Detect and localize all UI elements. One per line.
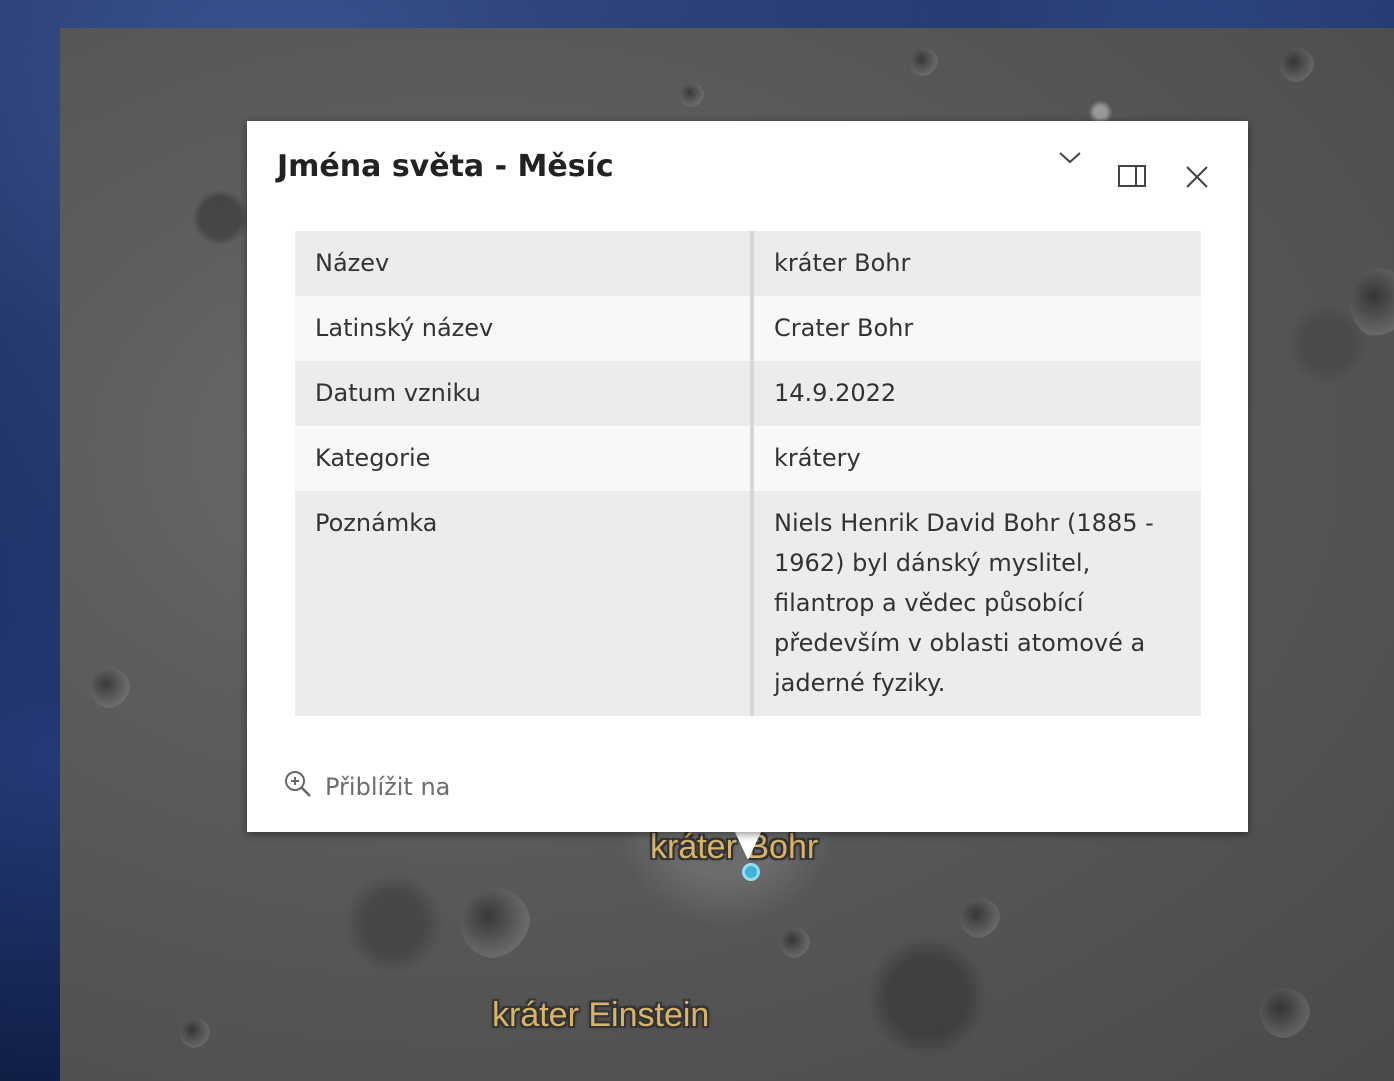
- location-marker[interactable]: [742, 863, 760, 881]
- zoom-to-button[interactable]: Přiblížit na: [283, 769, 450, 805]
- attribute-table: Název kráter Bohr Latinský název Crater …: [295, 231, 1201, 716]
- attribute-value: 14.9.2022: [752, 361, 1201, 426]
- map-crater: [90, 668, 130, 708]
- attribute-value: Crater Bohr: [752, 296, 1201, 361]
- map-crater: [960, 898, 1000, 938]
- map-label-einstein[interactable]: kráter Einstein: [492, 996, 709, 1035]
- table-row: Latinský název Crater Bohr: [295, 296, 1201, 361]
- table-row: Datum vzniku 14.9.2022: [295, 361, 1201, 426]
- attribute-value: Niels Henrik David Bohr (1885 - 1962) by…: [752, 491, 1201, 716]
- attribute-key: Datum vzniku: [295, 361, 754, 426]
- map-crater: [780, 928, 810, 958]
- table-row: Název kráter Bohr: [295, 231, 1201, 296]
- map-crater: [1280, 48, 1314, 82]
- attribute-value: kráter Bohr: [752, 231, 1201, 296]
- close-icon[interactable]: [1183, 163, 1211, 195]
- attribute-key: Kategorie: [295, 426, 754, 491]
- attribute-value: krátery: [752, 426, 1201, 491]
- map-crater: [1260, 988, 1310, 1038]
- map-crater: [180, 1018, 210, 1048]
- chevron-down-icon[interactable]: [1057, 149, 1083, 171]
- feature-popup: Jména světa - Měsíc Název kráter Bohr La…: [247, 121, 1248, 832]
- attribute-key: Latinský název: [295, 296, 754, 361]
- dock-icon[interactable]: [1117, 163, 1147, 193]
- popup-pointer: [734, 830, 762, 860]
- popup-title: Jména světa - Měsíc: [277, 149, 614, 184]
- map-crater: [1350, 268, 1394, 338]
- table-row: Poznámka Niels Henrik David Bohr (1885 -…: [295, 491, 1201, 716]
- attribute-key: Název: [295, 231, 754, 296]
- zoom-in-icon: [283, 769, 313, 805]
- map-crater: [680, 83, 704, 107]
- map-crater: [910, 48, 938, 76]
- map-crater: [460, 888, 530, 958]
- zoom-to-label: Přiblížit na: [325, 773, 451, 801]
- table-row: Kategorie krátery: [295, 426, 1201, 491]
- attribute-key: Poznámka: [295, 491, 754, 716]
